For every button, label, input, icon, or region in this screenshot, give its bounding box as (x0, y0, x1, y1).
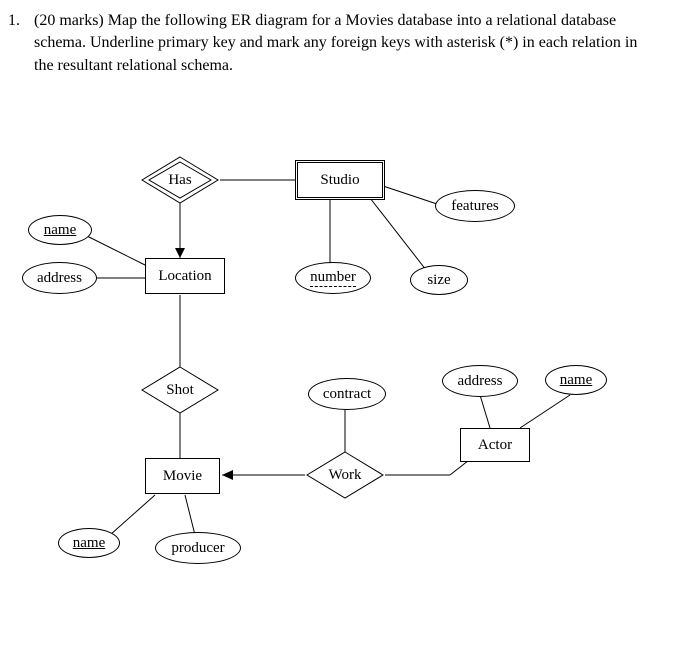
attr-producer: producer (155, 532, 241, 564)
entity-actor: Actor (460, 428, 530, 462)
attr-actor-address-label: address (458, 373, 503, 390)
entity-movie-label: Movie (163, 468, 202, 485)
attr-actor-address: address (442, 365, 518, 397)
attr-actor-name-label: name (560, 372, 592, 389)
relationship-shot-label: Shot (140, 365, 220, 415)
attr-movie-name-label: name (73, 535, 105, 552)
attr-size: size (410, 265, 468, 295)
entity-location: Location (145, 258, 225, 294)
attr-size-label: size (427, 272, 450, 289)
relationship-has: Has (140, 155, 220, 205)
attr-movie-name: name (58, 528, 120, 558)
attr-contract: contract (308, 378, 386, 410)
question-prompt: Map the following ER diagram for a Movie… (34, 12, 637, 74)
attr-location-name: name (28, 215, 92, 245)
question-marks: (20 marks) (34, 12, 104, 29)
question-number: 1. (8, 10, 30, 32)
attr-number: number (295, 262, 371, 294)
attr-contract-label: contract (323, 386, 371, 403)
attr-location-address-label: address (37, 270, 82, 287)
attr-features: features (435, 190, 515, 222)
attr-actor-name: name (545, 365, 607, 395)
er-diagram: Has Studio features name address Locatio… (0, 100, 679, 651)
relationship-work-label: Work (305, 450, 385, 500)
relationship-has-label: Has (140, 155, 220, 205)
attr-producer-label: producer (171, 540, 224, 557)
question-text: 1. (20 marks) Map the following ER diagr… (8, 10, 659, 77)
attr-number-label: number (310, 269, 356, 287)
attr-features-label: features (451, 198, 498, 215)
entity-location-label: Location (158, 268, 211, 285)
entity-studio: Studio (295, 160, 385, 200)
relationship-shot: Shot (140, 365, 220, 415)
relationship-work: Work (305, 450, 385, 500)
entity-actor-label: Actor (478, 437, 512, 454)
attr-location-name-label: name (44, 222, 76, 239)
entity-movie: Movie (145, 458, 220, 494)
entity-studio-label: Studio (320, 172, 359, 189)
question-body: (20 marks) Map the following ER diagram … (34, 10, 654, 77)
attr-location-address: address (22, 262, 97, 294)
